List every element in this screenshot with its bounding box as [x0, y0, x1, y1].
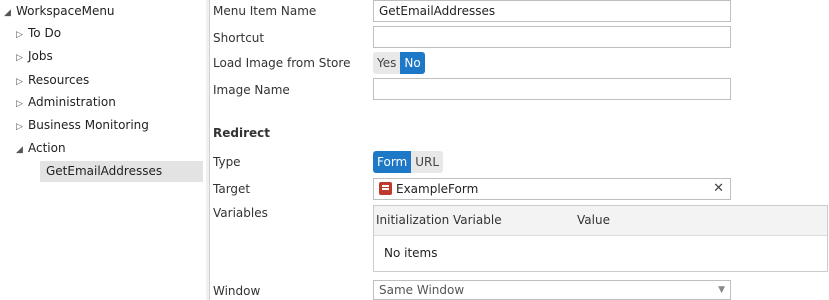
menu-item-name-label: Menu Item Name	[213, 4, 317, 18]
grid-column-initialization-variable[interactable]: Initialization Variable	[376, 213, 502, 227]
grid-column-value[interactable]: Value	[577, 213, 610, 227]
target-label: Target	[213, 182, 251, 196]
tree-item-label: Administration	[28, 95, 116, 109]
tree-item-label: Jobs	[28, 49, 53, 63]
collapsed-arrow-icon[interactable]: ▷	[16, 72, 28, 93]
properties-form: Menu Item Name GetEmailAddresses Shortcu…	[213, 0, 829, 300]
window-select-value: Same Window	[379, 283, 465, 297]
type-label: Type	[213, 155, 241, 169]
tree-item-label: Business Monitoring	[28, 118, 149, 132]
expanded-arrow-icon[interactable]: ◢	[16, 140, 28, 161]
image-name-label: Image Name	[213, 83, 290, 97]
tree-item-getemailaddresses[interactable]: GetEmailAddresses	[40, 161, 203, 182]
window-label: Window	[213, 284, 261, 298]
tree-item-label: GetEmailAddresses	[46, 164, 163, 178]
load-image-yes-option[interactable]: Yes	[373, 52, 401, 74]
tree-item-label: Resources	[28, 73, 90, 87]
tree-item-todo[interactable]: ▷ To Do	[16, 23, 61, 44]
grid-header: Initialization Variable Value	[374, 206, 827, 236]
target-value: ExampleForm	[396, 182, 479, 196]
target-input[interactable]: ExampleForm ✕	[373, 178, 731, 200]
tree-item-label: To Do	[28, 26, 62, 40]
expanded-arrow-icon[interactable]: ◢	[4, 3, 16, 24]
form-icon	[379, 182, 392, 195]
tree-item-resources[interactable]: ▷ Resources	[16, 70, 89, 91]
collapsed-arrow-icon[interactable]: ▷	[16, 25, 28, 46]
type-toggle: Form URL	[373, 151, 444, 173]
close-icon[interactable]: ✕	[713, 179, 724, 199]
grid-empty-message: No items	[384, 246, 438, 260]
load-image-no-option[interactable]: No	[400, 52, 425, 74]
collapsed-arrow-icon[interactable]: ▷	[16, 94, 28, 115]
variables-grid: Initialization Variable Value No items	[373, 205, 828, 272]
chevron-down-icon[interactable]: ▼	[718, 281, 725, 299]
collapsed-arrow-icon[interactable]: ▷	[16, 48, 28, 69]
tree-root[interactable]: ◢ WorkspaceMenu	[4, 1, 115, 22]
variables-label: Variables	[213, 206, 268, 220]
navigation-tree: ◢ WorkspaceMenu ▷ To Do ▷ Jobs ▷ Resources ▷…	[0, 0, 207, 300]
shortcut-input[interactable]	[373, 26, 731, 48]
tree-item-jobs[interactable]: ▷ Jobs	[16, 46, 53, 67]
collapsed-arrow-icon[interactable]: ▷	[16, 117, 28, 138]
window-select[interactable]: Same Window ▼	[373, 280, 731, 300]
menu-item-name-input[interactable]: GetEmailAddresses	[373, 0, 731, 22]
shortcut-label: Shortcut	[213, 31, 265, 45]
splitter[interactable]	[206, 0, 210, 300]
image-name-input[interactable]	[373, 78, 731, 100]
load-image-label: Load Image from Store	[213, 56, 351, 70]
type-url-option[interactable]: URL	[411, 151, 444, 173]
tree-item-label: Action	[28, 141, 66, 155]
type-form-option[interactable]: Form	[373, 151, 412, 173]
tree-item-business-monitoring[interactable]: ▷ Business Monitoring	[16, 115, 149, 136]
tree-root-label: WorkspaceMenu	[16, 4, 115, 18]
redirect-heading: Redirect	[213, 126, 270, 140]
tree-item-action[interactable]: ◢ Action	[16, 138, 66, 159]
tree-item-administration[interactable]: ▷ Administration	[16, 92, 116, 113]
load-image-toggle: Yes No	[373, 52, 425, 74]
